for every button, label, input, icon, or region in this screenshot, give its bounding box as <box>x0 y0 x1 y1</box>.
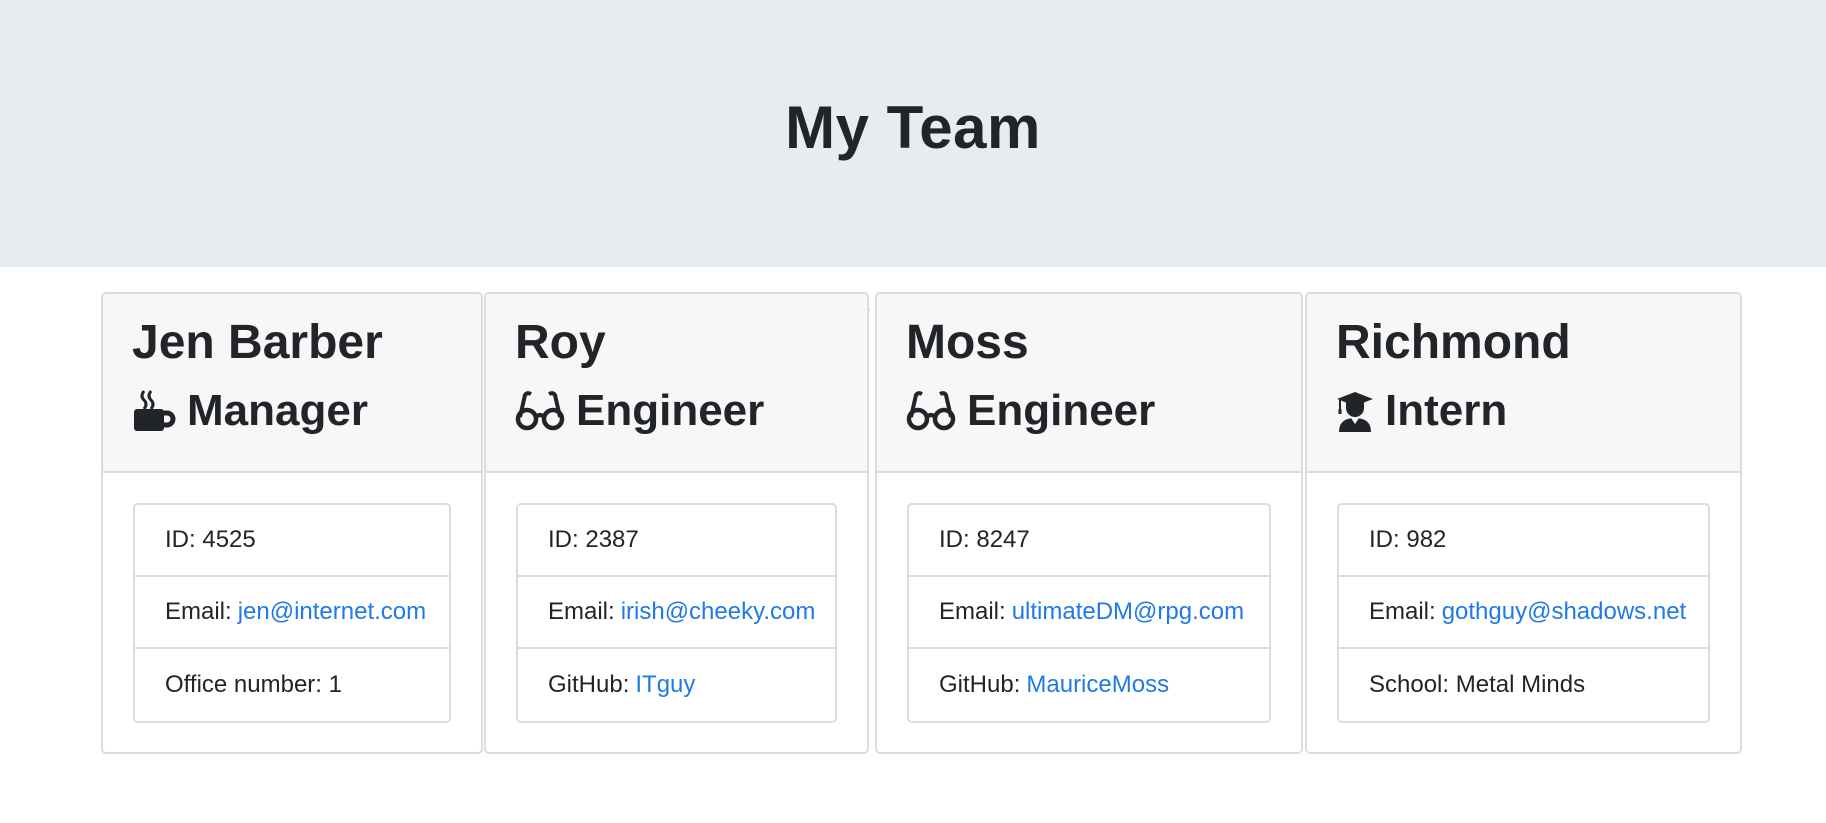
card-header: Roy Engineer <box>486 294 867 473</box>
employee-details: ID: 982 Email: gothguy@shadows.net School… <box>1337 503 1710 723</box>
employee-id: ID: 2387 <box>518 505 835 577</box>
team-card-intern: Richmond Intern ID: 982 Email: gothguy@s… <box>1305 292 1742 754</box>
school-label: School: <box>1369 671 1450 698</box>
employee-role-label: Engineer <box>576 386 765 435</box>
email-link[interactable]: ultimateDM@rpg.com <box>1012 598 1244 626</box>
mug-icon <box>132 389 176 433</box>
glasses-icon <box>515 391 565 431</box>
employee-name: Roy <box>515 316 606 369</box>
employee-name: Moss <box>906 316 1029 369</box>
id-label: ID: <box>548 526 579 553</box>
employee-details: ID: 4525 Email: jen@internet.com Office n… <box>133 503 451 723</box>
employee-details: ID: 8247 Email: ultimateDM@rpg.com GitHub… <box>907 503 1271 723</box>
employee-id: ID: 8247 <box>909 505 1269 577</box>
employee-role: Manager <box>132 384 481 438</box>
graduate-icon <box>1336 390 1374 432</box>
employee-office-number: Office number: 1 <box>135 649 449 721</box>
employee-role-label: Intern <box>1385 386 1508 435</box>
github-link[interactable]: ITguy <box>635 671 695 699</box>
employee-name: Richmond <box>1336 316 1571 369</box>
team-card-engineer: Roy Engineer ID: 2387 Email: irish@cheeky… <box>484 292 869 754</box>
team-card-manager: Jen Barber Manager ID: 4525 Email: jen@in… <box>101 292 483 754</box>
id-label: ID: <box>1369 526 1400 553</box>
email-label: Email: <box>548 598 615 625</box>
github-label: GitHub: <box>939 671 1021 698</box>
id-label: ID: <box>939 526 970 553</box>
employee-role: Engineer <box>515 384 867 438</box>
employee-email: Email: ultimateDM@rpg.com <box>909 577 1269 649</box>
github-label: GitHub: <box>548 671 630 698</box>
employee-email: Email: jen@internet.com <box>135 577 449 649</box>
employee-role-label: Engineer <box>967 386 1156 435</box>
id-label: ID: <box>165 526 196 553</box>
employee-id: ID: 982 <box>1339 505 1708 577</box>
card-header: Moss Engineer <box>877 294 1301 473</box>
employee-role: Engineer <box>906 384 1301 438</box>
email-label: Email: <box>1369 598 1436 625</box>
card-body: ID: 2387 Email: irish@cheeky.com GitHub: I… <box>486 473 867 723</box>
page-header: My Team <box>0 0 1826 267</box>
email-link[interactable]: irish@cheeky.com <box>621 598 816 626</box>
github-link[interactable]: MauriceMoss <box>1026 671 1169 699</box>
team-card-engineer: Moss Engineer ID: 8247 Email: ultimateDM@… <box>875 292 1303 754</box>
employee-school: School: Metal Minds <box>1339 649 1708 721</box>
employee-name: Jen Barber <box>132 316 383 369</box>
email-link[interactable]: gothguy@shadows.net <box>1442 598 1687 626</box>
card-body: ID: 8247 Email: ultimateDM@rpg.com GitHub… <box>877 473 1301 723</box>
office-number-label: Office number: <box>165 671 322 698</box>
id-value: 4525 <box>202 526 256 553</box>
email-link[interactable]: jen@internet.com <box>238 598 426 626</box>
id-value: 982 <box>1406 526 1447 553</box>
employee-github: GitHub: ITguy <box>518 649 835 721</box>
id-value: 2387 <box>585 526 639 553</box>
card-body: ID: 4525 Email: jen@internet.com Office n… <box>103 473 481 723</box>
employee-id: ID: 4525 <box>135 505 449 577</box>
glasses-icon <box>906 391 956 431</box>
email-label: Email: <box>939 598 1006 625</box>
card-body: ID: 982 Email: gothguy@shadows.net School… <box>1307 473 1740 723</box>
card-header: Richmond Intern <box>1307 294 1740 473</box>
employee-github: GitHub: MauriceMoss <box>909 649 1269 721</box>
school-value: Metal Minds <box>1455 671 1586 698</box>
email-label: Email: <box>165 598 232 625</box>
employee-email: Email: gothguy@shadows.net <box>1339 577 1708 649</box>
page-title: My Team <box>785 94 1041 161</box>
card-header: Jen Barber Manager <box>103 294 481 473</box>
employee-email: Email: irish@cheeky.com <box>518 577 835 649</box>
employee-role-label: Manager <box>187 386 368 435</box>
office-number-value: 1 <box>328 671 342 698</box>
employee-role: Intern <box>1336 384 1740 438</box>
id-value: 8247 <box>976 526 1030 553</box>
employee-details: ID: 2387 Email: irish@cheeky.com GitHub: I… <box>516 503 837 723</box>
